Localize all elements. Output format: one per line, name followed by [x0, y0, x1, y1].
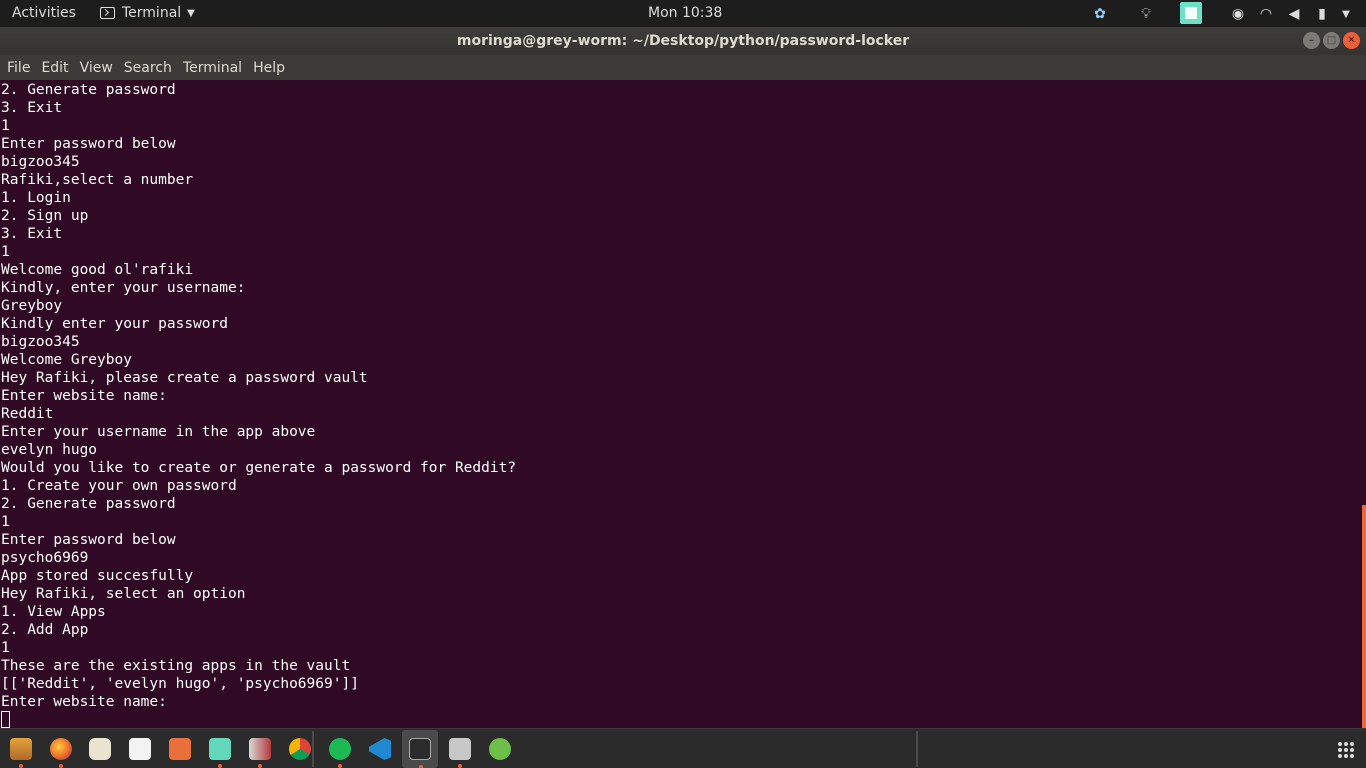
- terminal-line: Kindly, enter your username:: [1, 280, 246, 296]
- terminal-output[interactable]: 2. Generate password 3. Exit 1 Enter passwo…: [0, 80, 1362, 728]
- dock: [0, 728, 1366, 768]
- record-icon[interactable]: ◉: [1228, 4, 1248, 24]
- terminal-line: 1: [1, 118, 10, 134]
- firefox-icon[interactable]: [50, 738, 72, 768]
- terminal-line: evelyn hugo: [1, 442, 98, 458]
- terminal-line: bigzoo345: [1, 154, 80, 170]
- software-center-icon[interactable]: [169, 738, 191, 760]
- terminal-line: 1: [1, 514, 10, 530]
- app-indicator-icon[interactable]: [1180, 2, 1202, 24]
- terminal-line: Kindly enter your password: [1, 316, 228, 332]
- show-applications-icon[interactable]: [1338, 742, 1354, 758]
- dock-separator: [916, 731, 918, 767]
- terminal-line: 3. Exit: [1, 100, 63, 116]
- bulb-icon[interactable]: 💡︎: [1136, 4, 1156, 24]
- terminal-line: Enter password below: [1, 532, 176, 548]
- window-controls: – □ ✕: [1303, 32, 1360, 49]
- impress-icon[interactable]: [249, 738, 271, 768]
- wifi-icon[interactable]: ◠: [1256, 4, 1276, 24]
- menu-view[interactable]: View: [80, 60, 113, 76]
- terminal-line: 1: [1, 640, 10, 656]
- chat-icon[interactable]: [489, 738, 511, 760]
- installer-icon[interactable]: [449, 738, 471, 768]
- files-icon[interactable]: [10, 738, 32, 768]
- terminal-line: 1. View Apps: [1, 604, 106, 620]
- window-titlebar[interactable]: moringa@grey-worm: ~/Desktop/python/pass…: [0, 27, 1366, 55]
- menu-help[interactable]: Help: [253, 60, 285, 76]
- terminal-line: These are the existing apps in the vault: [1, 658, 351, 674]
- prompt-line[interactable]: [1, 711, 1362, 728]
- scrollbar-thumb[interactable]: [1362, 505, 1366, 728]
- chevron-down-icon[interactable]: ▼: [1336, 4, 1356, 24]
- chrome-icon[interactable]: [289, 738, 311, 760]
- battery-icon[interactable]: ▮: [1312, 4, 1332, 24]
- terminal-line: 1. Login: [1, 190, 71, 206]
- terminal-line: Enter password below: [1, 136, 176, 152]
- terminal-line: 2. Generate password: [1, 82, 176, 98]
- terminal-line: 3. Exit: [1, 226, 63, 242]
- terminal-line: 1. Create your own password: [1, 478, 237, 494]
- terminal-line: Enter website name:: [1, 388, 167, 404]
- terminal-line: Welcome Greyboy: [1, 352, 132, 368]
- chevron-down-icon: ▼: [187, 7, 195, 19]
- app-menu[interactable]: Terminal ▼: [100, 5, 195, 21]
- activities-button[interactable]: Activities: [12, 5, 76, 21]
- libreoffice-icon[interactable]: [89, 738, 111, 760]
- menu-terminal[interactable]: Terminal: [183, 60, 242, 76]
- spotify-icon[interactable]: [329, 738, 351, 768]
- terminal-icon[interactable]: [409, 738, 431, 768]
- screenshot-icon[interactable]: [209, 738, 231, 768]
- volume-icon[interactable]: ◀︎: [1284, 4, 1304, 24]
- terminal-line: Hey Rafiki, select an option: [1, 586, 246, 602]
- minimize-button[interactable]: –: [1303, 32, 1320, 49]
- menu-search[interactable]: Search: [124, 60, 172, 76]
- terminal-line: [['Reddit', 'evelyn hugo', 'psycho6969']…: [1, 676, 359, 692]
- menu-bar: File Edit View Search Terminal Help: [0, 55, 1366, 80]
- terminal-line: Enter your username in the app above: [1, 424, 316, 440]
- terminal-line: App stored succesfully: [1, 568, 194, 584]
- terminal-scrollbar[interactable]: [1362, 80, 1366, 728]
- text-cursor: [1, 711, 10, 728]
- terminal-line: bigzoo345: [1, 334, 80, 350]
- clock[interactable]: Mon 10:38: [648, 5, 722, 21]
- terminal-icon: [100, 7, 115, 19]
- terminal-line: Reddit: [1, 406, 54, 422]
- terminal-line: Would you like to create or generate a p…: [1, 460, 517, 476]
- terminal-line: 1: [1, 244, 10, 260]
- maximize-button[interactable]: □: [1323, 32, 1340, 49]
- terminal-line: Rafiki,select a number: [1, 172, 194, 188]
- menu-edit[interactable]: Edit: [41, 60, 68, 76]
- app-menu-label: Terminal: [122, 5, 182, 21]
- window-title: moringa@grey-worm: ~/Desktop/python/pass…: [456, 33, 910, 49]
- writer-icon[interactable]: [129, 738, 151, 760]
- terminal-line: 2. Sign up: [1, 208, 89, 224]
- terminal-line: Welcome good ol'rafiki: [1, 262, 194, 278]
- dock-separator: [312, 731, 314, 767]
- terminal-line: psycho6969: [1, 550, 89, 566]
- terminal-line: Enter website name:: [1, 694, 167, 710]
- vscode-icon[interactable]: [369, 738, 391, 760]
- terminal-line: 2. Generate password: [1, 496, 176, 512]
- paint-icon[interactable]: ✿: [1090, 4, 1110, 24]
- terminal-line: Hey Rafiki, please create a password vau…: [1, 370, 368, 386]
- top-panel: Activities Terminal ▼ Mon 10:38 ✿ 💡︎ ◉ ◠…: [0, 0, 1366, 27]
- menu-file[interactable]: File: [7, 60, 30, 76]
- close-button[interactable]: ✕: [1343, 32, 1360, 49]
- terminal-line: 2. Add App: [1, 622, 89, 638]
- terminal-line: Greyboy: [1, 298, 63, 314]
